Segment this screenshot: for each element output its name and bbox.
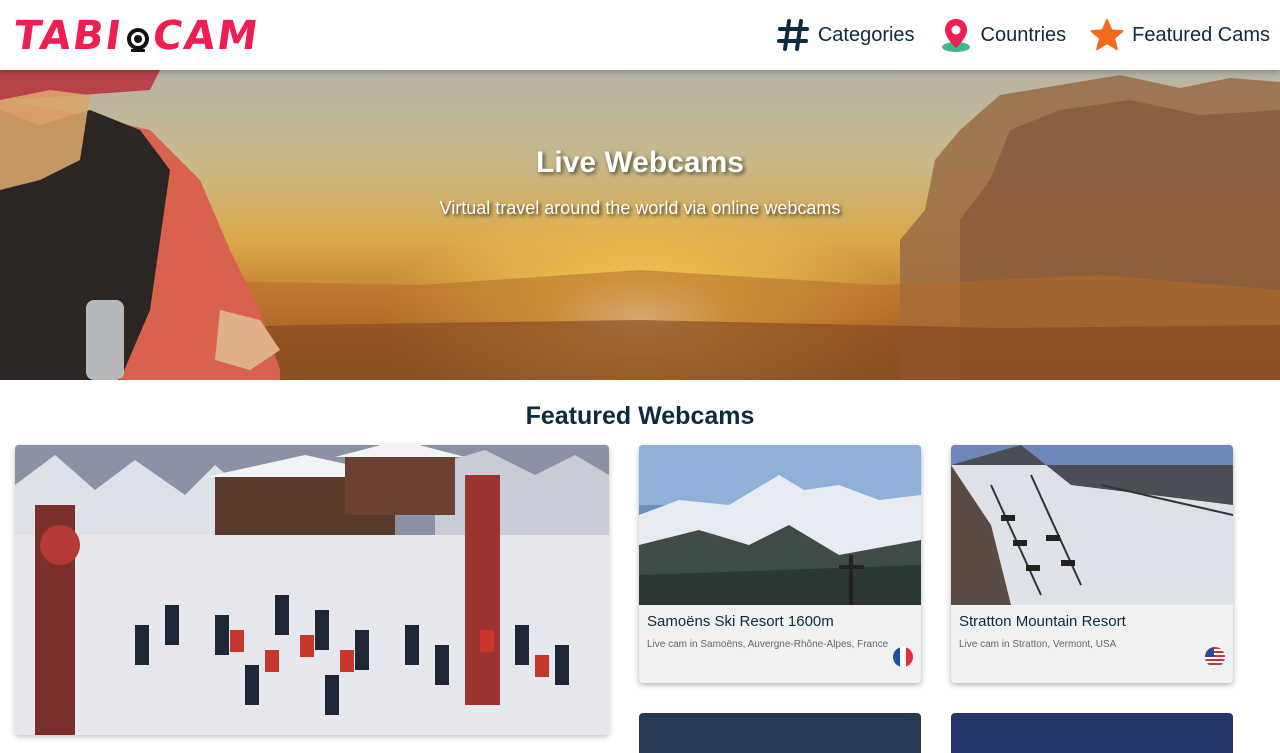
usa-flag-icon [1205,647,1225,667]
nav-categories[interactable]: Categories [776,18,915,52]
webcam-card-location: Live cam in Samoëns, Auvergne-Rhône-Alpe… [647,639,889,650]
webcam-card-title: Stratton Mountain Resort [959,613,1126,630]
nav-countries[interactable]: Countries [939,18,1067,52]
nav-featured-cams[interactable]: Featured Cams [1090,18,1270,52]
france-flag-icon [893,647,913,667]
map-pin-icon [939,18,973,52]
webcam-icon [126,28,149,52]
webcam-card-title: Samoëns Ski Resort 1600m [647,613,834,630]
traveler-illustration [0,70,280,380]
webcam-card[interactable]: Samoëns Ski Resort 1600m Live cam in Sam… [639,445,921,683]
site-header: TABI CAM Categories Countries Featured C… [0,0,1280,70]
hero-title: Live Webcams [536,146,744,179]
nav-countries-label: Countries [980,23,1067,46]
logo-text-left: TABI [10,13,126,59]
webcam-card[interactable] [639,713,921,753]
site-logo[interactable]: TABI CAM [10,13,262,59]
main-nav: Categories Countries Featured Cams [776,0,1270,70]
hero-subtitle: Virtual travel around the world via onli… [439,198,841,218]
star-icon [1090,18,1124,52]
hash-icon [776,18,810,52]
webcam-card[interactable] [951,713,1233,753]
webcam-card[interactable]: Stratton Mountain Resort Live cam in Str… [951,445,1233,683]
featured-main-webcam-card[interactable] [15,445,609,735]
nav-featured-cams-label: Featured Cams [1132,23,1270,46]
webcam-thumbnail [639,445,921,605]
logo-text-right: CAM [149,13,262,59]
webcam-card-location: Live cam in Stratton, Vermont, USA [959,639,1117,650]
featured-section-title: Featured Webcams [525,402,755,430]
ski-village-webcam-image [15,445,609,735]
hero-banner: Live Webcams Virtual travel around the w… [0,70,1280,380]
nav-categories-label: Categories [817,23,915,46]
webcam-thumbnail [951,445,1233,605]
